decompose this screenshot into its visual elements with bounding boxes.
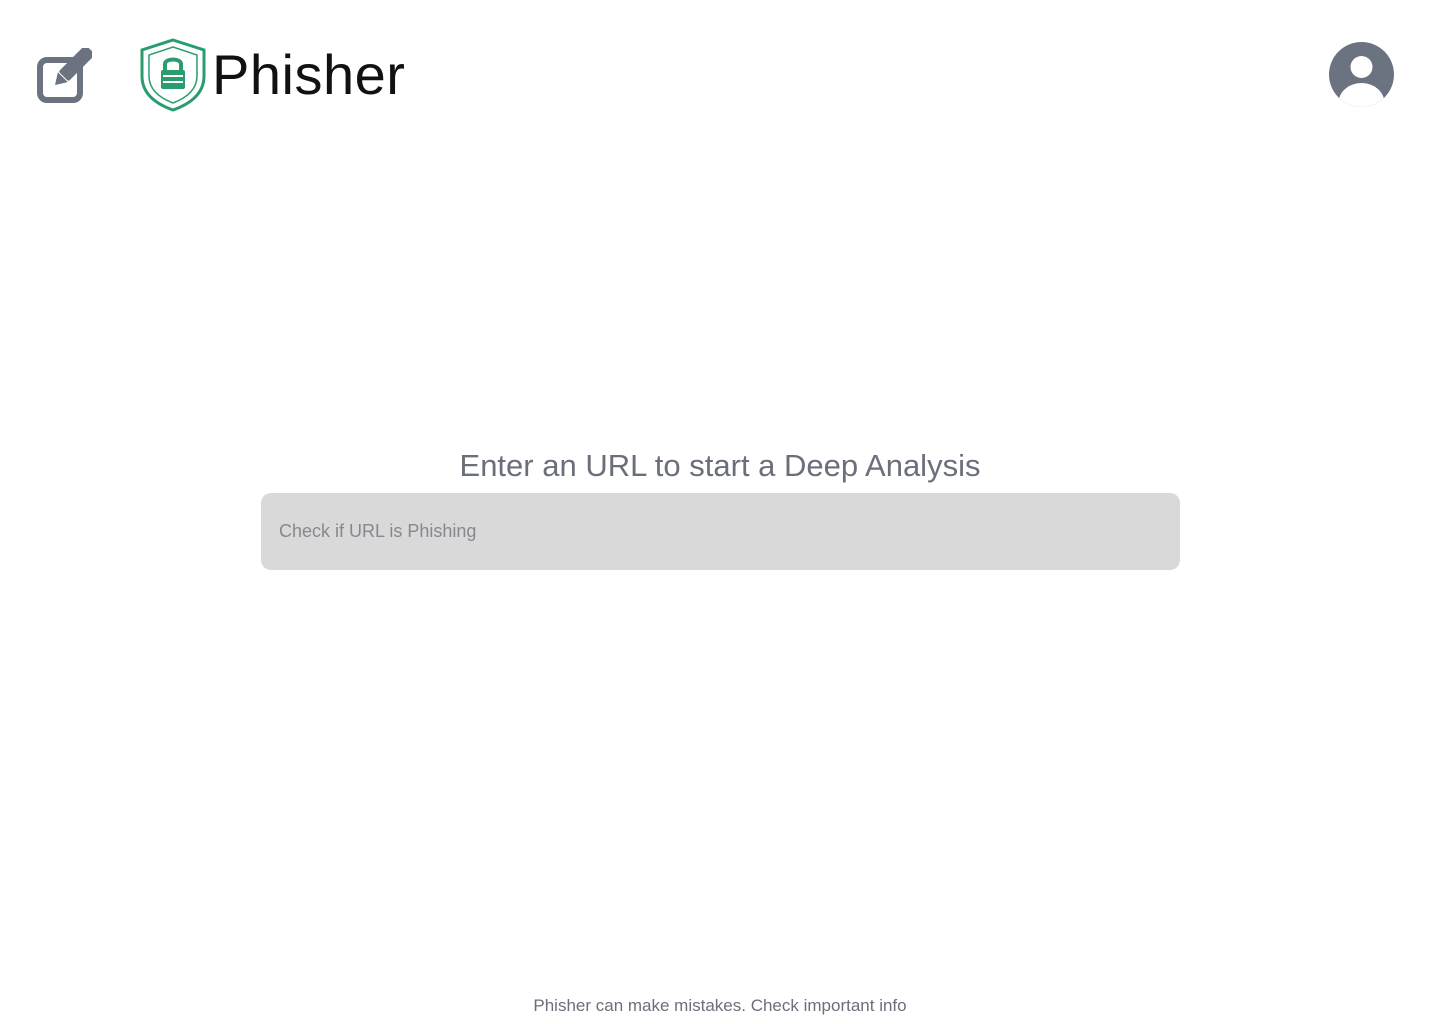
- app-logo[interactable]: Phisher: [138, 38, 405, 112]
- edit-icon: [37, 45, 95, 103]
- shield-lock-icon: [140, 38, 206, 112]
- disclaimer-text: Phisher can make mistakes. Check importa…: [533, 996, 907, 1015]
- account-button[interactable]: [1329, 42, 1394, 107]
- brand-name: Phisher: [212, 43, 406, 106]
- user-circle-icon: [1329, 42, 1394, 107]
- url-input[interactable]: [261, 493, 1180, 570]
- analysis-prompt: Enter an URL to start a Deep Analysis: [459, 448, 981, 483]
- new-analysis-button[interactable]: [36, 45, 95, 104]
